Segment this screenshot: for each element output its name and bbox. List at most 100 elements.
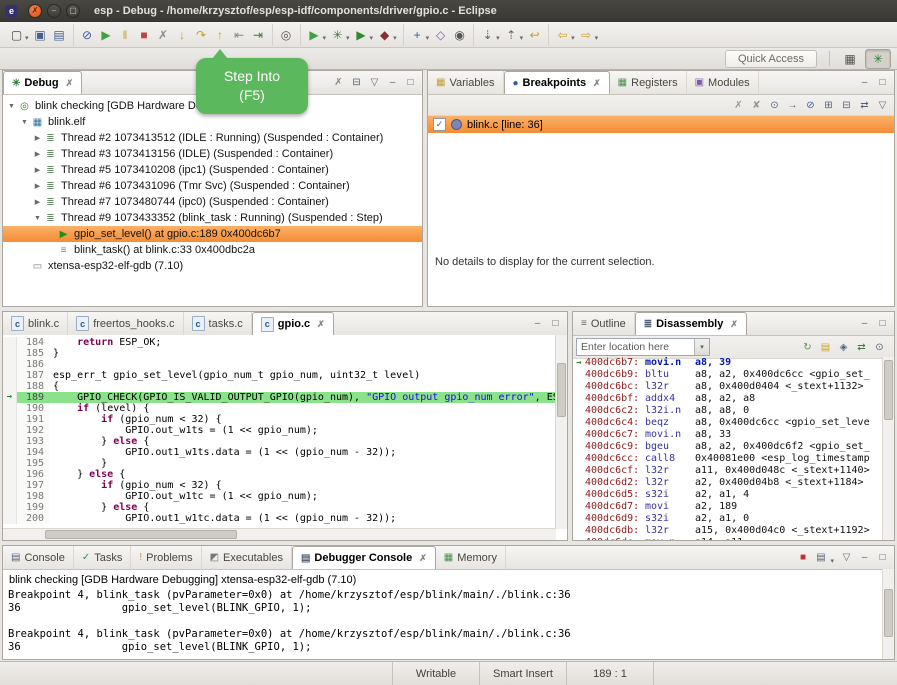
new-dropdown-icon[interactable]: ▾ bbox=[25, 34, 29, 42]
console-tab-memory[interactable]: ▦Memory bbox=[436, 546, 506, 569]
run-dropdown-icon[interactable]: ▾ bbox=[370, 34, 374, 42]
minimize-icon[interactable]: – bbox=[385, 75, 400, 90]
scrollbar-thumb[interactable] bbox=[884, 589, 893, 637]
drop-to-frame-icon[interactable]: ⇤ bbox=[231, 26, 248, 44]
close-tab-icon[interactable]: ✗ bbox=[66, 78, 74, 89]
remove-all-terminated-icon[interactable]: ✗ bbox=[331, 75, 346, 90]
line-number[interactable]: 186 bbox=[17, 359, 49, 370]
breakpoints-tab-variables[interactable]: ▦Variables bbox=[428, 71, 504, 94]
search-dialog-icon[interactable]: ◉ bbox=[451, 26, 468, 44]
code-line[interactable]: 184 return ESP_OK; bbox=[3, 337, 556, 348]
expander-collapsed-icon[interactable]: ▶ bbox=[32, 182, 43, 190]
code-line[interactable]: 196 } else { bbox=[3, 469, 556, 480]
show-breakpoints-supported-icon[interactable]: ⊙ bbox=[767, 98, 782, 113]
minimize-icon[interactable]: – bbox=[530, 316, 545, 331]
last-edit-location-icon[interactable]: ↩ bbox=[526, 26, 543, 44]
minimize-icon[interactable]: – bbox=[857, 550, 872, 565]
console-scrollbar[interactable] bbox=[882, 569, 894, 659]
line-number[interactable]: 192 bbox=[17, 425, 49, 436]
go-to-file-for-breakpoint-icon[interactable]: → bbox=[785, 98, 800, 113]
collapse-all-icon[interactable]: ⊟ bbox=[839, 98, 854, 113]
breakpoints-tab-modules[interactable]: ▣Modules bbox=[687, 71, 759, 94]
debug-tree-item[interactable]: ▼▦blink.elf bbox=[3, 114, 422, 130]
expander-expanded-icon[interactable]: ▼ bbox=[6, 103, 17, 110]
debug-tree-item[interactable]: ▼≣Thread #9 1073433352 (blink_task : Run… bbox=[3, 210, 422, 226]
coverage-icon[interactable]: ◆ bbox=[376, 26, 393, 44]
disassembly-row[interactable]: →400dc6b7:movi.na8, 39 bbox=[573, 357, 883, 369]
close-tab-icon[interactable]: ✗ bbox=[419, 553, 427, 564]
line-number[interactable]: 189 bbox=[17, 392, 49, 403]
disassembly-row[interactable]: 400dc6c7:movi.na8, 33 bbox=[573, 429, 883, 441]
disassembly-row[interactable]: 400dc6cf:l32ra11, 0x400d048c <_stext+114… bbox=[573, 465, 883, 477]
close-tab-icon[interactable]: ✗ bbox=[317, 319, 325, 330]
step-over-icon[interactable]: ↷ bbox=[193, 26, 210, 44]
expander-collapsed-icon[interactable]: ▶ bbox=[32, 166, 43, 174]
suspend-icon[interactable]: ‖ bbox=[117, 26, 134, 44]
collapse-all-icon[interactable]: ⊟ bbox=[349, 75, 364, 90]
search-icon[interactable]: ◎ bbox=[278, 26, 295, 44]
save-all-icon[interactable]: ▤ bbox=[51, 26, 68, 44]
editor-vertical-scrollbar[interactable] bbox=[555, 335, 567, 529]
debug-tree-item[interactable]: ≡blink_task() at blink.c:33 0x400dbc2a bbox=[3, 242, 422, 258]
debug-perspective-icon[interactable]: ✳ bbox=[865, 49, 891, 69]
maximize-icon[interactable]: □ bbox=[875, 75, 890, 90]
run-icon[interactable]: ▶ bbox=[353, 26, 370, 44]
expander-collapsed-icon[interactable]: ▶ bbox=[32, 134, 43, 142]
editor-tab-gpio-c[interactable]: cgpio.c✗ bbox=[252, 312, 334, 335]
disassembly-row[interactable]: 400dc6c4:beqza8, 0x400dc6cc <gpio_set_le… bbox=[573, 417, 883, 429]
disassembly-row[interactable]: 400dc6d2:l32ra2, 0x400d04b8 <_stext+1184… bbox=[573, 477, 883, 489]
expander-expanded-icon[interactable]: ▼ bbox=[32, 215, 43, 222]
back-dropdown-icon[interactable]: ▾ bbox=[571, 34, 575, 42]
disassembly-row[interactable]: 400dc6d5:s32ia2, a1, 4 bbox=[573, 489, 883, 501]
link-with-debug-view-icon[interactable]: ⇄ bbox=[857, 98, 872, 113]
expander-collapsed-icon[interactable]: ▶ bbox=[32, 198, 43, 206]
debug-tree-item[interactable]: ▶≣Thread #5 1073410208 (ipc1) (Suspended… bbox=[3, 162, 422, 178]
breakpoints-tab-registers[interactable]: ▦Registers bbox=[610, 71, 687, 94]
debug-tree-item[interactable]: ▭xtensa-esp32-elf-gdb (7.10) bbox=[3, 258, 422, 274]
line-number[interactable]: 200 bbox=[17, 513, 49, 524]
code-line[interactable]: 190 if (level) { bbox=[3, 403, 556, 414]
line-number[interactable]: 187 bbox=[17, 370, 49, 381]
console-tab-debugger-console[interactable]: ▤Debugger Console✗ bbox=[292, 546, 436, 569]
line-number[interactable]: 191 bbox=[17, 414, 49, 425]
previous-annotation-dropdown-icon[interactable]: ▾ bbox=[520, 34, 524, 42]
maximize-icon[interactable]: □ bbox=[875, 316, 890, 331]
editor-tab-tasks-c[interactable]: ctasks.c bbox=[184, 312, 252, 335]
disassembly-row[interactable]: 400dc6c2:l32i.na8, a8, 0 bbox=[573, 405, 883, 417]
code-line[interactable]: 186 bbox=[3, 359, 556, 370]
remove-all-breakpoints-icon[interactable]: ✘ bbox=[749, 98, 764, 113]
expander-collapsed-icon[interactable]: ▶ bbox=[32, 150, 43, 158]
show-source-icon[interactable]: ▤ bbox=[818, 340, 833, 355]
code-line[interactable]: 194 GPIO.out1_w1ts.data = (1 << (gpio_nu… bbox=[3, 447, 556, 458]
skip-all-breakpoints-icon[interactable]: ⊘ bbox=[79, 26, 96, 44]
editor-tab-freertos-hooks-c[interactable]: cfreertos_hooks.c bbox=[68, 312, 183, 335]
code-line[interactable]: 195 } bbox=[3, 458, 556, 469]
display-selected-console-dropdown-icon[interactable]: ▾ bbox=[830, 557, 834, 565]
editor-horizontal-scrollbar[interactable] bbox=[3, 528, 556, 540]
line-number[interactable]: 196 bbox=[17, 469, 49, 480]
scrollbar-thumb[interactable] bbox=[884, 360, 893, 420]
new-java-element-icon[interactable]: + bbox=[409, 26, 426, 44]
line-number[interactable]: 198 bbox=[17, 491, 49, 502]
external-tools-icon[interactable]: ▶ bbox=[306, 26, 323, 44]
new-java-element-dropdown-icon[interactable]: ▾ bbox=[426, 34, 430, 42]
instruction-stepping-icon[interactable]: ⇥ bbox=[250, 26, 267, 44]
remove-selected-breakpoint-icon[interactable]: ✗ bbox=[731, 98, 746, 113]
forward-icon[interactable]: ⇨ bbox=[578, 26, 595, 44]
save-icon[interactable]: ▣ bbox=[32, 26, 49, 44]
scrollbar-thumb[interactable] bbox=[557, 363, 566, 417]
code-line[interactable]: 192 GPIO.out_w1ts = (1 << gpio_num); bbox=[3, 425, 556, 436]
disassembly-row[interactable]: 400dc6d9:s32ia2, a1, 0 bbox=[573, 513, 883, 525]
close-tab-icon[interactable]: ✗ bbox=[593, 78, 601, 89]
console-tab-tasks[interactable]: ✓Tasks bbox=[74, 546, 132, 569]
minimize-icon[interactable]: – bbox=[857, 75, 872, 90]
code-line[interactable]: 191 if (gpio_num < 32) { bbox=[3, 414, 556, 425]
code-line[interactable]: 200 GPIO.out1_w1tc.data = (1 << (gpio_nu… bbox=[3, 513, 556, 524]
code-line[interactable]: 198 GPIO.out_w1tc = (1 << gpio_num); bbox=[3, 491, 556, 502]
console-tab-console[interactable]: ▤Console bbox=[3, 546, 74, 569]
console-tab-executables[interactable]: ◩Executables bbox=[202, 546, 292, 569]
line-number[interactable]: 197 bbox=[17, 480, 49, 491]
location-combo[interactable]: Enter location here ▾ bbox=[576, 338, 710, 356]
code-line[interactable]: 185} bbox=[3, 348, 556, 359]
editor-tab-blink-c[interactable]: cblink.c bbox=[3, 312, 68, 335]
